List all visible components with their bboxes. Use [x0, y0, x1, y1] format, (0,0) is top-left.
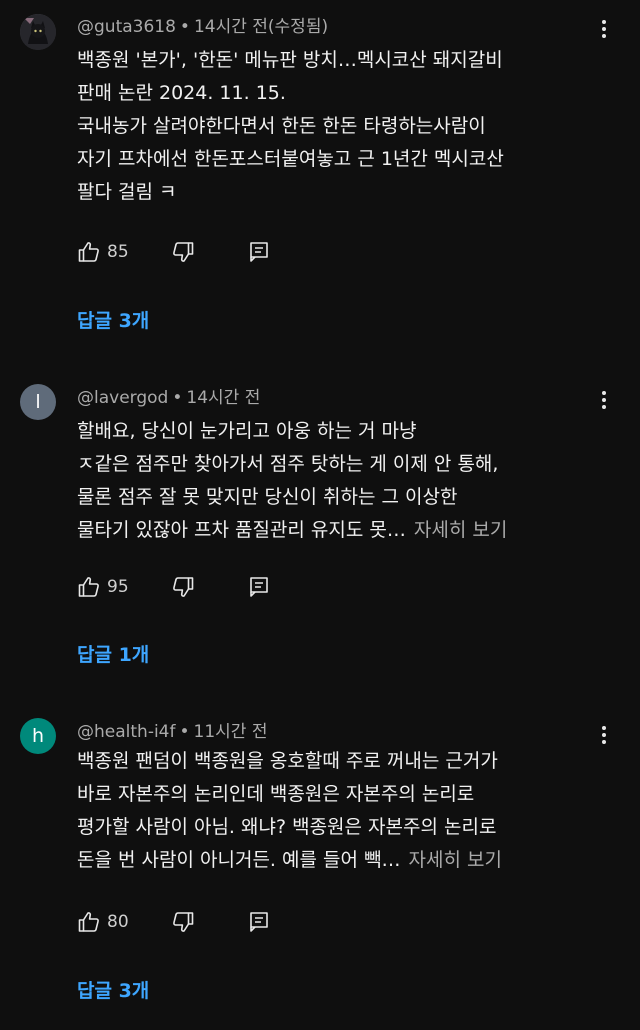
comment-line: ㅈ같은 점주만 찾아가서 점주 탓하는 게 이제 안 통해, [77, 453, 499, 475]
comment-line-text: 돈을 번 사람이 아니거든. 예를 들어 빽… [77, 849, 401, 871]
thumbs-up-icon[interactable] [77, 910, 101, 934]
thumbs-up-icon[interactable] [77, 575, 101, 599]
read-more-link[interactable]: 자세히 보기 [408, 849, 501, 871]
comment-text: 할배요, 당신이 눈가리고 아웅 하는 거 마냥 ㅈ같은 점주만 찾아가서 점주… [77, 415, 622, 547]
author-name[interactable]: @guta3618 [77, 17, 176, 37]
meta-separator: • [172, 388, 183, 408]
comment-text: 백종원 팬덤이 백종원을 옹호할때 주로 꺼내는 근거가 바로 자본주의 논리인… [77, 745, 622, 877]
comment-time[interactable]: 14시간 전(수정됨) [194, 17, 328, 37]
reply-comment-icon[interactable] [247, 910, 271, 934]
thumbs-down-icon[interactable] [171, 910, 195, 934]
comment-actions: 85 [77, 239, 271, 265]
comment-line: 바로 자본주의 논리인데 백종원은 자본주의 논리로 [77, 783, 475, 805]
comment-line: 백종원 '본가', '한돈' 메뉴판 방치…멕시코산 돼지갈비 [77, 49, 503, 71]
view-replies-button[interactable]: 답글 3개 [77, 309, 149, 333]
comment-time[interactable]: 14시간 전 [186, 388, 260, 408]
like-count: 95 [107, 577, 129, 597]
comment-line: 국내농가 살려야한다면서 한돈 한돈 타령하는사람이 [77, 115, 486, 137]
avatar[interactable]: h [20, 718, 56, 754]
reply-comment-icon[interactable] [247, 575, 271, 599]
avatar[interactable]: l [20, 384, 56, 420]
reply-comment-icon[interactable] [247, 240, 271, 264]
comment-time[interactable]: 11시간 전 [194, 722, 268, 742]
view-replies-button[interactable]: 답글 3개 [77, 979, 149, 1003]
comment-line: 평가할 사람이 아님. 왜냐? 백종원은 자본주의 논리로 [77, 816, 497, 838]
like-count: 80 [107, 912, 129, 932]
comment-line: 팔다 걸림 ㅋ [77, 181, 177, 203]
more-options-button[interactable] [592, 385, 616, 415]
comment-meta: @lavergod • 14시간 전 [77, 387, 260, 409]
comment-meta: @health-i4f • 11시간 전 [77, 721, 267, 743]
comment-meta: @guta3618 • 14시간 전(수정됨) [77, 16, 328, 38]
thumbs-down-icon[interactable] [171, 575, 195, 599]
comment-text: 백종원 '본가', '한돈' 메뉴판 방치…멕시코산 돼지갈비 판매 논란 20… [77, 44, 622, 209]
avatar-letter: l [35, 391, 41, 413]
more-vertical-icon [602, 391, 606, 409]
comment-line: 백종원 팬덤이 백종원을 옹호할때 주로 꺼내는 근거가 [77, 750, 498, 772]
like-count: 85 [107, 242, 129, 262]
read-more-link[interactable]: 자세히 보기 [414, 519, 507, 541]
meta-separator: • [179, 722, 190, 742]
author-name[interactable]: @health-i4f [77, 722, 175, 742]
comment-line-last: 물타기 있잖아 프차 품질관리 유지도 못… 자세히 보기 [77, 514, 622, 547]
comment-actions: 95 [77, 574, 271, 600]
comment-line-last: 돈을 번 사람이 아니거든. 예를 들어 빽… 자세히 보기 [77, 844, 622, 877]
cat-photo-icon [20, 14, 56, 50]
avatar[interactable] [20, 14, 56, 50]
thumbs-down-icon[interactable] [171, 240, 195, 264]
comment-line-text: 물타기 있잖아 프차 품질관리 유지도 못… [77, 519, 406, 541]
author-name[interactable]: @lavergod [77, 388, 168, 408]
comment-line: 자기 프차에선 한돈포스터붙여놓고 근 1년간 멕시코산 [77, 148, 504, 170]
thumbs-up-icon[interactable] [77, 240, 101, 264]
comment-actions: 80 [77, 909, 271, 935]
more-vertical-icon [602, 20, 606, 38]
comment-line: 물론 점주 잘 못 맞지만 당신이 취하는 그 이상한 [77, 486, 458, 508]
comment-line: 판매 논란 2024. 11. 15. [77, 82, 286, 104]
meta-separator: • [179, 17, 190, 37]
more-options-button[interactable] [592, 14, 616, 44]
comment-line: 할배요, 당신이 눈가리고 아웅 하는 거 마냥 [77, 420, 417, 442]
view-replies-button[interactable]: 답글 1개 [77, 643, 149, 667]
more-vertical-icon [602, 726, 606, 744]
avatar-letter: h [31, 725, 45, 747]
